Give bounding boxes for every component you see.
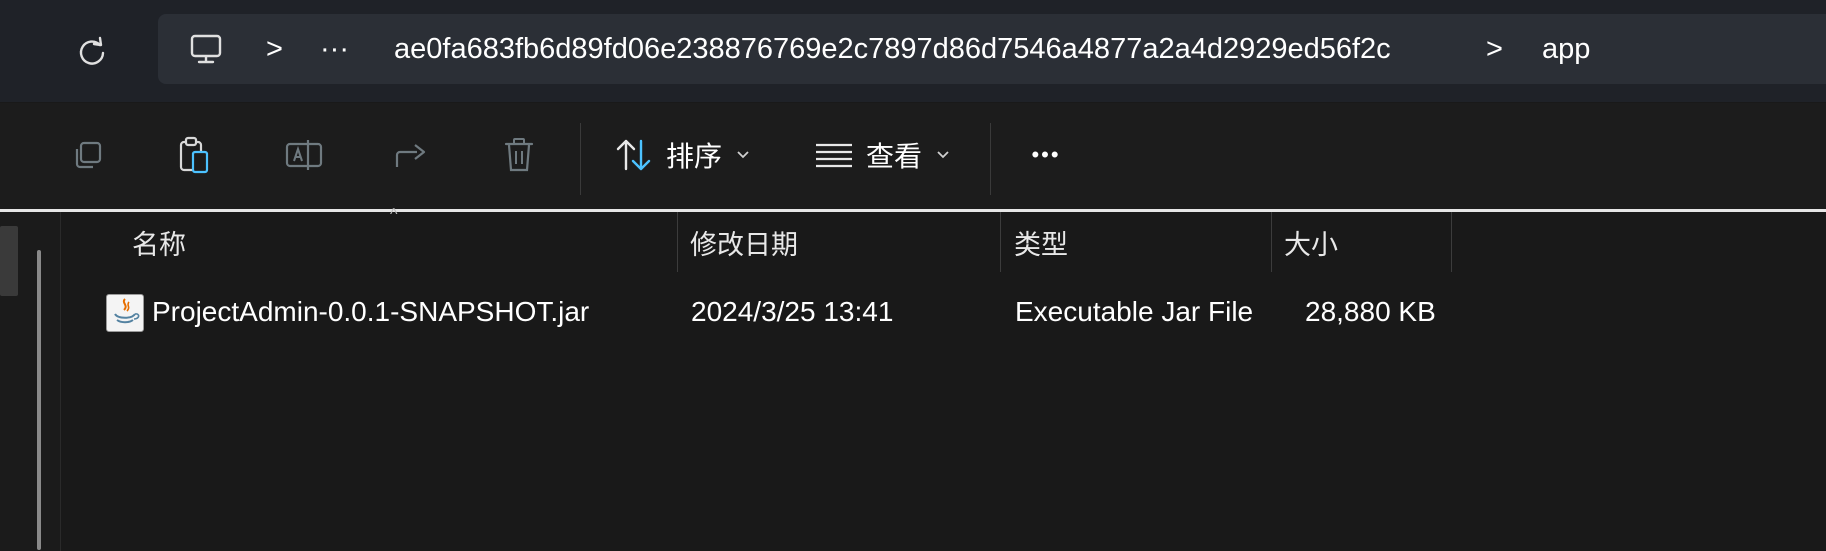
view-menu-button[interactable]: 查看 — [814, 125, 950, 185]
sort-label: 排序 — [666, 141, 723, 172]
java-jar-icon — [106, 294, 144, 332]
chevron-down-icon — [937, 151, 949, 159]
copy-icon — [75, 141, 102, 169]
file-size: 28,880 KB — [1305, 296, 1436, 327]
toolbar-divider — [580, 123, 581, 195]
chevron-down-icon — [737, 151, 749, 159]
breadcrumb-more[interactable]: ··· — [320, 14, 349, 84]
delete-button[interactable] — [489, 125, 549, 185]
chevron-right-icon: > — [266, 32, 283, 65]
nav-scrollbar[interactable] — [37, 250, 41, 550]
delete-icon — [504, 138, 534, 172]
refresh-icon — [79, 36, 105, 65]
paste-icon — [179, 136, 209, 174]
nav-selected-item[interactable] — [0, 226, 18, 296]
breadcrumb-chevron[interactable]: > — [1486, 14, 1503, 84]
chevron-right-icon: > — [1486, 32, 1503, 65]
breadcrumb-chevron[interactable]: > — [266, 14, 283, 84]
refresh-button[interactable] — [70, 30, 114, 74]
column-divider[interactable] — [1451, 212, 1452, 272]
address-bar: > ··· ae0fa683fb6d89fd06e238876769e2c789… — [0, 0, 1826, 102]
file-type: Executable Jar File — [1015, 296, 1254, 327]
column-header-modified[interactable]: 修改日期 — [690, 212, 798, 272]
file-row[interactable]: ProjectAdmin-0.0.1-SNAPSHOT.jar 2024/3/2… — [60, 284, 1460, 340]
column-divider[interactable] — [1000, 212, 1001, 272]
share-icon — [395, 144, 426, 167]
navigation-pane[interactable] — [0, 212, 61, 551]
rename-icon — [285, 140, 323, 170]
breadcrumb[interactable]: > ··· ae0fa683fb6d89fd06e238876769e2c789… — [158, 14, 1826, 84]
computer-icon — [190, 34, 222, 64]
column-header-size[interactable]: 大小 — [1284, 212, 1338, 272]
more-icon: ••• — [1031, 142, 1061, 167]
column-divider[interactable] — [1271, 212, 1272, 272]
view-icon — [816, 143, 852, 168]
share-button[interactable] — [382, 125, 442, 185]
sort-menu-button[interactable]: 排序 — [614, 125, 750, 185]
column-header-name[interactable]: 名称 — [132, 212, 186, 272]
more-options-button[interactable]: ••• — [1016, 125, 1076, 185]
paste-button[interactable] — [164, 125, 224, 185]
view-label: 查看 — [866, 141, 923, 172]
file-name: ProjectAdmin-0.0.1-SNAPSHOT.jar — [152, 296, 590, 327]
toolbar-divider — [990, 123, 991, 195]
sort-icon — [616, 139, 651, 171]
more-icon: ··· — [320, 32, 349, 65]
computer-crumb[interactable] — [188, 14, 224, 84]
column-header-type[interactable]: 类型 — [1014, 212, 1068, 272]
rename-button[interactable] — [274, 125, 334, 185]
command-bar: 排序 查看 ••• — [0, 103, 1826, 209]
column-header-row: ^ 名称 修改日期 类型 大小 — [60, 206, 1826, 272]
copy-button[interactable] — [58, 125, 118, 185]
column-divider[interactable] — [677, 212, 678, 272]
breadcrumb-item-current[interactable]: app — [1542, 14, 1590, 84]
sort-ascending-icon: ^ — [390, 206, 398, 223]
file-modified: 2024/3/25 13:41 — [691, 296, 894, 327]
breadcrumb-item-folder[interactable]: ae0fa683fb6d89fd06e238876769e2c7897d86d7… — [394, 14, 1391, 84]
